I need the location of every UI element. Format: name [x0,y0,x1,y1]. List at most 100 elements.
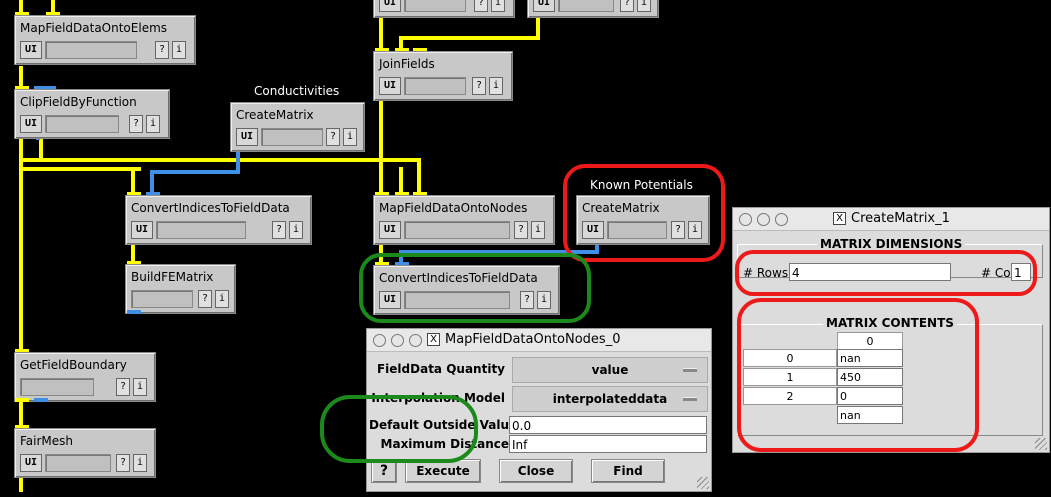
module-partial-top-2[interactable]: UI ? i [527,0,659,18]
create-matrix-window[interactable]: X CreateMatrix_1 MATRIX DIMENSIONS # Row… [732,207,1050,453]
module-map-field-data-onto-nodes[interactable]: MapFieldDataOntoNodes UI ? i [373,195,555,245]
module-get-field-boundary[interactable]: GetFieldBoundary ? i [14,352,156,402]
row-index: 1 [743,368,837,386]
window-zoom-light[interactable] [775,213,788,226]
info-button[interactable]: i [343,128,357,146]
module-title: MapFieldDataOntoNodes [379,201,528,215]
wire [19,398,23,428]
progress-bar [131,290,193,308]
module-fair-mesh[interactable]: FairMesh UI ? i [14,428,156,478]
module-map-field-data-onto-elems[interactable]: MapFieldDataOntoElems UI ? i [14,15,196,65]
module-caption: Conductivities [254,84,340,98]
module-partial-top-1[interactable]: UI ? i [373,0,515,18]
help-button[interactable]: ? [326,128,340,146]
module-title: FairMesh [20,434,74,448]
maximum-distance-input[interactable]: Inf [509,435,707,453]
window-zoom-light[interactable] [409,334,422,347]
field-label: Default Outside Value [369,418,518,432]
ui-button[interactable]: UI [533,0,555,12]
contents-label: MATRIX CONTENTS [823,316,957,330]
window-titlebar[interactable]: X CreateMatrix_1 [733,208,1049,231]
help-button[interactable]: ? [272,221,286,239]
module-clip-field-by-function[interactable]: ClipFieldByFunction UI ? i [14,89,170,139]
window-minimize-light[interactable] [757,213,770,226]
ui-button[interactable]: UI [20,115,42,133]
network-canvas[interactable]: UI ? i UI ? i MapFieldDataOntoElems UI ?… [0,0,1051,497]
info-button[interactable]: i [133,454,147,472]
ui-button[interactable]: UI [20,454,42,472]
help-button[interactable]: ? [514,221,528,239]
module-join-fields[interactable]: JoinFields UI ? i [373,51,513,101]
output-port[interactable] [15,398,29,402]
wire [150,170,240,174]
help-button[interactable]: ? [198,290,212,308]
info-button[interactable]: i [146,115,160,133]
wire [399,167,403,194]
fielddata-quantity-select[interactable]: value [512,357,708,383]
help-button[interactable]: ? [116,454,130,472]
help-button[interactable]: ? [155,41,169,59]
module-title: BuildFEMatrix [131,270,214,284]
help-button[interactable]: ? [371,459,397,483]
module-convert-indices-mid[interactable]: ConvertIndicesToFieldData UI ? i [373,265,560,315]
window-title: CreateMatrix_1 [851,211,950,226]
help-button[interactable]: ? [116,378,130,396]
output-port[interactable] [127,310,141,314]
ui-button[interactable]: UI [236,128,258,146]
ui-button[interactable]: UI [379,291,401,309]
map-field-data-window[interactable]: X MapFieldDataOntoNodes_0 FieldData Quan… [320,328,712,492]
help-button[interactable]: ? [472,77,486,95]
progress-bar [45,41,137,59]
info-button[interactable]: i [637,0,651,12]
info-button[interactable]: i [491,0,505,12]
module-create-matrix-known-potentials[interactable]: CreateMatrix UI ? i [576,195,710,245]
matrix-cell[interactable]: 450 [837,368,903,386]
info-button[interactable]: i [489,77,503,95]
info-button[interactable]: i [133,378,147,396]
close-button[interactable]: Close [499,459,573,483]
ui-button[interactable]: UI [379,221,401,239]
default-outside-value-input[interactable]: 0.0 [509,416,707,434]
window-titlebar[interactable]: X MapFieldDataOntoNodes_0 [367,329,711,352]
info-button[interactable]: i [289,221,303,239]
ui-button[interactable]: UI [379,77,401,95]
info-button[interactable]: i [531,221,545,239]
module-convert-indices-left[interactable]: ConvertIndicesToFieldData UI ? i [125,195,312,245]
ui-button[interactable]: UI [379,0,401,12]
window-close-light[interactable] [739,213,752,226]
matrix-cell[interactable]: nan [837,406,903,424]
progress-bar [404,0,466,12]
progress-bar [404,291,510,309]
dimensions-label: MATRIX DIMENSIONS [817,237,966,251]
wire [399,250,599,254]
info-button[interactable]: i [172,41,186,59]
rows-input[interactable]: 4 [789,263,951,281]
matrix-cell[interactable]: 0 [837,387,903,405]
module-create-matrix-conductivities[interactable]: CreateMatrix UI ? i [230,102,365,152]
help-button[interactable]: ? [520,291,534,309]
help-button[interactable]: ? [620,0,634,12]
resize-grip-icon[interactable] [1035,438,1047,450]
cols-input[interactable]: 1 [1011,263,1031,281]
help-button[interactable]: ? [474,0,488,12]
find-button[interactable]: Find [591,459,665,483]
module-build-fe-matrix[interactable]: BuildFEMatrix ? i [125,264,236,314]
interpolation-model-select[interactable]: interpolateddata [512,386,708,412]
output-port[interactable] [34,398,48,402]
x11-icon: X [833,212,846,225]
resize-grip-icon[interactable] [697,477,709,489]
module-caption: Known Potentials [590,178,693,192]
ui-button[interactable]: UI [582,221,604,239]
ui-button[interactable]: UI [20,41,42,59]
info-button[interactable]: i [537,291,551,309]
matrix-cell[interactable]: nan [837,349,903,367]
field-label: Maximum Distance [380,437,509,451]
window-minimize-light[interactable] [391,334,404,347]
window-close-light[interactable] [373,334,386,347]
info-button[interactable]: i [688,221,702,239]
info-button[interactable]: i [215,290,229,308]
ui-button[interactable]: UI [131,221,153,239]
help-button[interactable]: ? [671,221,685,239]
help-button[interactable]: ? [129,115,143,133]
execute-button[interactable]: Execute [405,459,481,483]
